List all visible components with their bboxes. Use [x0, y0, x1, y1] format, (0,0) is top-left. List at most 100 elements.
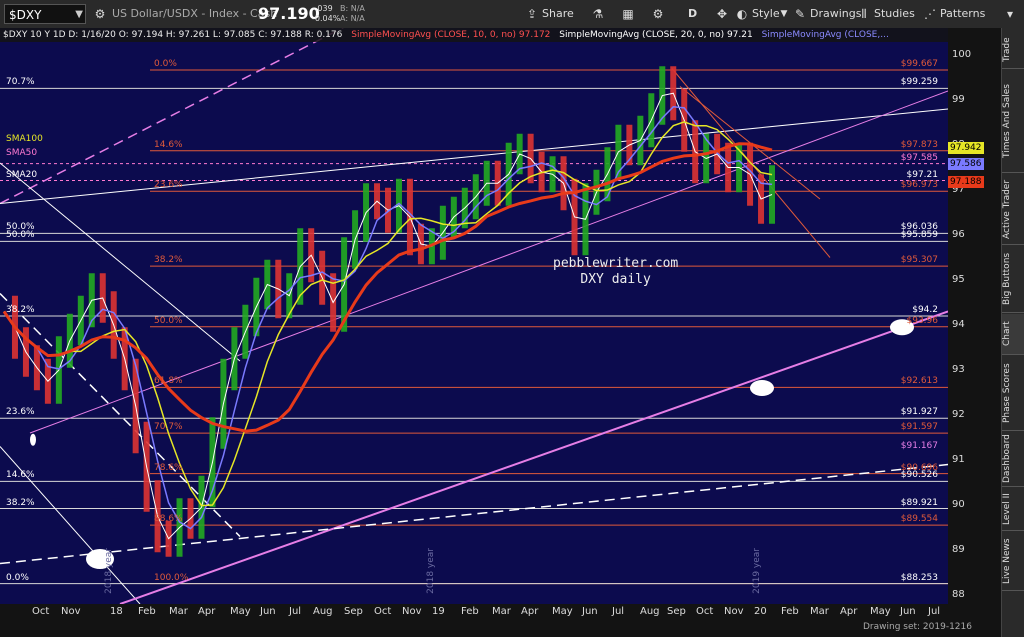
- sidebar-tab-times-and-sales[interactable]: Times And Sales: [1002, 70, 1024, 173]
- y-tick-label: 95: [952, 274, 965, 285]
- sidebar-tab-dashboard[interactable]: Dashboard: [1002, 432, 1024, 487]
- x-tick-label: Aug: [313, 606, 333, 617]
- y-tick-label: 100: [952, 49, 972, 60]
- symbol-input[interactable]: $DXY ▼: [4, 4, 86, 24]
- level-label: 70.7%: [6, 77, 35, 88]
- fib-label: 50.0%: [154, 315, 183, 326]
- x-tick-label: Jun: [900, 606, 916, 617]
- pencil-icon[interactable]: ✎: [792, 5, 808, 23]
- flask-icon[interactable]: ⚗: [590, 5, 606, 23]
- patterns-icon[interactable]: ⋰: [922, 5, 938, 23]
- sidebar-tab-live-news[interactable]: Live News: [1002, 532, 1024, 591]
- level-label: 38.2%: [6, 497, 35, 508]
- price-level-label: $97.585: [900, 152, 938, 163]
- price-level-label: $91.167: [900, 441, 938, 452]
- gear-icon[interactable]: ⚙: [650, 5, 666, 23]
- price-level-label: $95.859: [900, 230, 938, 241]
- drawing-set-label: Drawing set: 2019-1216: [863, 622, 972, 632]
- fib-label: 100.0%: [154, 572, 189, 583]
- x-tick-label: Feb: [461, 606, 479, 617]
- sma-label: SMA100: [6, 134, 43, 144]
- x-tick-label: May: [230, 606, 251, 617]
- legend-sma-more: SimpleMovingAvg (CLOSE,...: [761, 30, 889, 40]
- share-button[interactable]: Share: [542, 5, 574, 23]
- share-icon[interactable]: ⇪: [524, 5, 540, 23]
- time-axis[interactable]: Oct Nov 18 Feb Mar Apr May Jun Jul Aug Sep Oct Nov 19…: [0, 604, 1002, 637]
- sidebar-tab-active-trader[interactable]: Active Trader: [1002, 174, 1024, 245]
- x-tick-label: Aug: [640, 606, 660, 617]
- watermark-subtitle: DXY daily: [580, 272, 651, 287]
- last-price: 97.190: [258, 4, 320, 23]
- highlight-marker: [750, 380, 774, 396]
- price-level-label: $97.873: [900, 139, 938, 150]
- sidebar-tab-trade[interactable]: Trade: [1002, 32, 1024, 69]
- sma100-line: [3, 121, 773, 507]
- sidebar-tab-level-ii[interactable]: Level II: [1002, 488, 1024, 531]
- level-label: 38.2%: [6, 305, 35, 315]
- cursor-icon[interactable]: ✥: [714, 5, 730, 23]
- x-tick-label: May: [552, 606, 573, 617]
- fib-label: 14.6%: [154, 139, 183, 150]
- x-tick-label: Oct: [696, 606, 714, 617]
- x-tick-label: Sep: [667, 606, 686, 617]
- price-chart[interactable]: [0, 18, 949, 605]
- y-tick-label: 89: [952, 544, 965, 555]
- interval-button[interactable]: D: [688, 5, 697, 23]
- x-tick-label: Feb: [781, 606, 799, 617]
- price-badge: 97.188: [948, 175, 984, 188]
- x-tick-label: 20: [754, 606, 767, 617]
- price-level-label: $97.21: [906, 169, 939, 180]
- studies-button[interactable]: Studies: [874, 5, 915, 23]
- x-tick-label: Jun: [582, 606, 598, 617]
- drawings-button[interactable]: Drawings: [810, 5, 861, 23]
- price-axis[interactable]: 10099989796959493929190898897.94297.5869…: [948, 28, 1002, 604]
- chevron-down-icon[interactable]: ▼: [75, 5, 83, 25]
- x-tick-label: Oct: [32, 606, 50, 617]
- x-tick-label: Oct: [374, 606, 392, 617]
- chevron-down-icon[interactable]: ▼: [776, 5, 792, 23]
- fib-label: 70.7%: [154, 422, 183, 433]
- x-tick-label: Nov: [61, 606, 81, 617]
- ask-value: A: N/A: [340, 14, 365, 23]
- fib-label: 88.6%: [154, 514, 183, 525]
- legend-sma10: SimpleMovingAvg (CLOSE, 10, 0, no) 97.17…: [351, 30, 551, 40]
- patterns-button[interactable]: Patterns: [940, 5, 985, 23]
- downtrend-line: [0, 162, 241, 362]
- year-marker: 2018 year: [426, 548, 436, 594]
- x-tick-label: Jun: [260, 606, 276, 617]
- x-tick-label: Nov: [402, 606, 422, 617]
- price-level-label: $92.613: [900, 376, 938, 387]
- chart-canvas[interactable]: $DXY 10 Y 1D D: 1/16/20 O: 97.194 H: 97.…: [0, 18, 949, 605]
- price-level-label: $90.526: [900, 470, 938, 481]
- bid-value: B: N/A: [340, 4, 365, 13]
- channel-line-dashed: [0, 18, 361, 205]
- highlight-marker: [30, 433, 36, 446]
- settings-icon[interactable]: ⚙: [92, 5, 108, 23]
- x-tick-label: Mar: [810, 606, 829, 617]
- fib-label: 78.6%: [154, 462, 183, 473]
- x-tick-label: May: [870, 606, 891, 617]
- watermark: pebblewriter.com DXY daily: [553, 256, 678, 288]
- price-level-label: $89.554: [900, 514, 938, 525]
- palette-icon[interactable]: ◐: [734, 5, 750, 23]
- right-sidebar: Trade Times And Sales Active Trader Big But…: [1001, 28, 1024, 637]
- level-label: 23.6%: [6, 407, 35, 418]
- x-tick-label: Sep: [344, 606, 363, 617]
- compare-icon[interactable]: ▦: [620, 5, 636, 23]
- price-level-label: $96.973: [900, 180, 938, 191]
- x-tick-label: Apr: [840, 606, 858, 617]
- price-level-label: $99.667: [900, 58, 938, 69]
- sidebar-tab-chart[interactable]: Chart: [1002, 314, 1024, 355]
- y-tick-label: 93: [952, 364, 965, 375]
- price-level-label: $88.253: [900, 572, 938, 583]
- more-icon[interactable]: ▾: [1000, 5, 1020, 23]
- price-level-label: $91.927: [900, 407, 938, 418]
- studies-icon[interactable]: ⫴: [856, 5, 872, 23]
- sma-label: SMA50: [6, 147, 38, 158]
- toolbar: $DXY ▼ ⚙ US Dollar/USDX - Index - Cash 97…: [0, 0, 1024, 29]
- price-change-pct: -0.04%: [312, 14, 341, 23]
- x-tick-label: Nov: [724, 606, 744, 617]
- sidebar-tab-phase-scores[interactable]: Phase Scores: [1002, 356, 1024, 431]
- y-tick-label: 99: [952, 94, 965, 105]
- sidebar-tab-big-buttons[interactable]: Big Buttons: [1002, 246, 1024, 313]
